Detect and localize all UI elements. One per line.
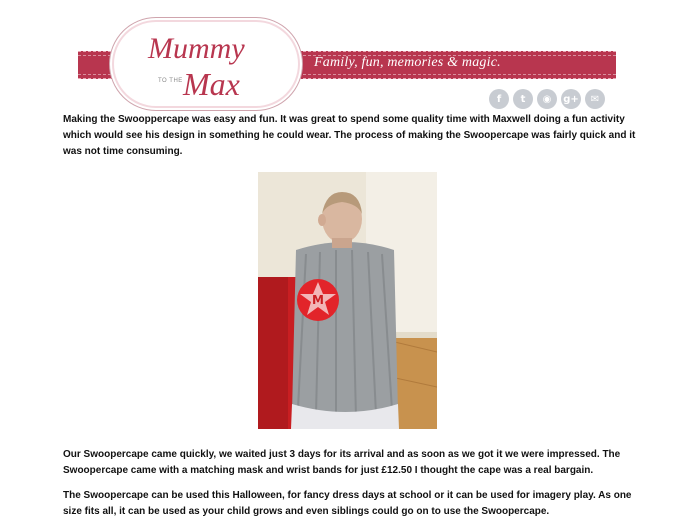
rss-icon[interactable]: ◉ <box>537 89 557 109</box>
twitter-icon[interactable]: t <box>513 89 533 109</box>
logo-text-max: Max <box>183 66 240 102</box>
article-photo: M <box>258 172 437 429</box>
google-plus-icon[interactable]: g+ <box>561 89 581 109</box>
logo-text-mummy: Mummy <box>148 32 245 65</box>
article-paragraph-1: Making the Swooppercape was easy and fun… <box>63 114 636 157</box>
email-icon[interactable]: ✉ <box>585 89 605 109</box>
article-paragraph-2: Our Swoopercape came quickly, we waited … <box>63 449 621 476</box>
site-tagline: Family, fun, memories & magic. <box>314 55 501 70</box>
facebook-icon[interactable]: f <box>489 89 509 109</box>
article-paragraph-3: The Swoopercape can be used this Hallowe… <box>63 490 632 517</box>
social-links: f t ◉ g+ ✉ <box>489 89 605 109</box>
cape-badge-letter: M <box>312 293 324 307</box>
logo-text-to-the: TO THE <box>158 78 183 84</box>
photo-child-in-cape: M <box>258 172 437 429</box>
